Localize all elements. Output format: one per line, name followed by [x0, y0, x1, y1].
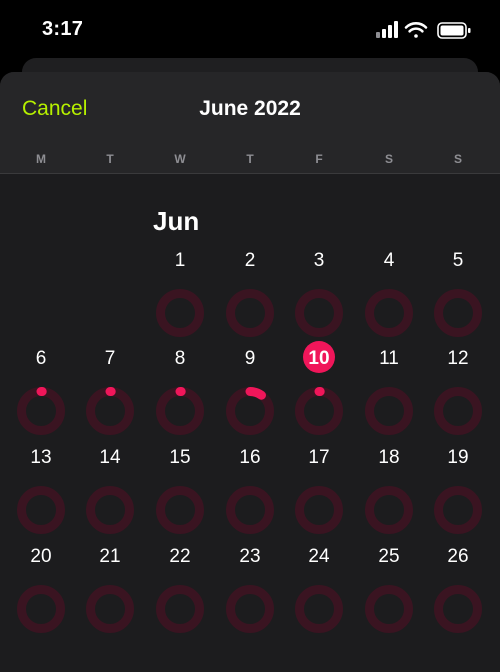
day-cell[interactable]	[147, 439, 213, 535]
day-cell[interactable]	[147, 242, 213, 338]
day-cell[interactable]	[286, 242, 352, 338]
day-cell[interactable]	[425, 439, 491, 535]
cellular-signal-icon	[376, 21, 398, 38]
day-cell[interactable]	[356, 242, 422, 338]
day-cell[interactable]	[77, 538, 143, 634]
day-cell[interactable]	[425, 340, 491, 436]
day-cell[interactable]	[217, 242, 283, 338]
day-cell[interactable]	[217, 439, 283, 535]
day-cell[interactable]	[147, 538, 213, 634]
day-cell[interactable]	[425, 538, 491, 634]
day-cell[interactable]	[217, 340, 283, 436]
status-icons	[376, 20, 474, 40]
day-cell[interactable]	[286, 340, 352, 436]
day-cell[interactable]	[147, 340, 213, 436]
status-bar: 3:17	[0, 0, 500, 60]
status-time: 3:17	[42, 18, 84, 40]
day-cell[interactable]	[217, 538, 283, 634]
day-cell[interactable]	[425, 242, 491, 338]
calendar-grid: 1 2 3 4 5 6 7 8 9 10 11 12 13 14 15 16 17 18 19 20 21 22 23 24 2…	[0, 72, 500, 672]
day-cell[interactable]	[8, 340, 74, 436]
day-cell[interactable]	[356, 538, 422, 634]
day-cell[interactable]	[286, 538, 352, 634]
day-cell[interactable]	[356, 340, 422, 436]
day-cell[interactable]	[8, 439, 74, 535]
day-cell[interactable]	[356, 439, 422, 535]
calendar-sheet: Cancel June 2022 M T W T F S S Jun 12345…	[0, 72, 500, 672]
day-cell[interactable]	[77, 439, 143, 535]
battery-icon	[437, 22, 471, 39]
wifi-icon	[404, 22, 428, 38]
day-cell[interactable]	[8, 538, 74, 634]
day-cell[interactable]	[286, 439, 352, 535]
day-cell[interactable]	[77, 340, 143, 436]
